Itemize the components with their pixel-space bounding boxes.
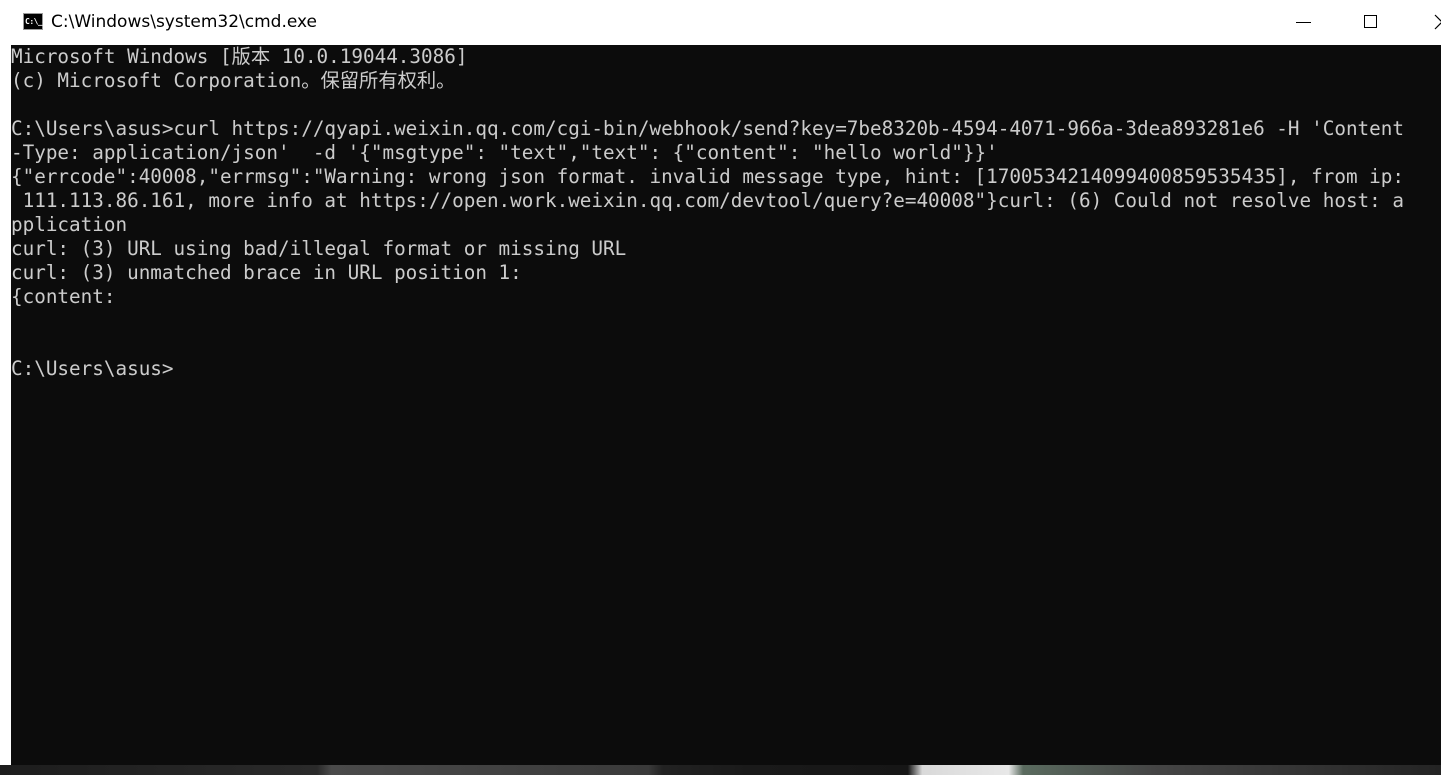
console-line: -Type: application/json' -d '{"msgtype":…: [11, 141, 998, 164]
console-app-icon[interactable]: C:\_: [23, 13, 43, 30]
console-line: 111.113.86.161, more info at https://ope…: [11, 189, 1404, 212]
console-line: (c) Microsoft Corporation。保留所有权利。: [11, 69, 456, 92]
console-line: curl: (3) URL using bad/illegal format o…: [11, 237, 627, 260]
title-bar[interactable]: C:\_ C:\Windows\system32\cmd.exe: [0, 0, 1441, 45]
console-line: curl: (3) unmatched brace in URL positio…: [11, 261, 522, 284]
console-line: Microsoft Windows [版本 10.0.19044.3086]: [11, 45, 468, 68]
command-prompt[interactable]: C:\Users\asus>: [11, 357, 174, 381]
console-line: {content:: [11, 285, 116, 308]
minimize-icon: [1296, 22, 1311, 23]
background-strip: [0, 765, 1441, 775]
console-line: {"errcode":40008,"errmsg":"Warning: wron…: [11, 165, 1404, 188]
minimize-button[interactable]: [1268, 0, 1338, 45]
console-line: C:\Users\asus>curl https://qyapi.weixin.…: [11, 117, 1404, 140]
close-button[interactable]: [1410, 0, 1441, 45]
cmd-window: C:\_ C:\Windows\system32\cmd.exe Microso…: [0, 0, 1441, 775]
maximize-button[interactable]: [1337, 0, 1407, 45]
window-left-edge: [0, 45, 11, 775]
close-icon: [1434, 14, 1441, 30]
console-output-area[interactable]: Microsoft Windows [版本 10.0.19044.3086] (…: [0, 45, 1441, 765]
window-title: C:\Windows\system32\cmd.exe: [51, 12, 318, 32]
console-line: pplication: [11, 213, 128, 236]
maximize-icon: [1364, 15, 1377, 28]
